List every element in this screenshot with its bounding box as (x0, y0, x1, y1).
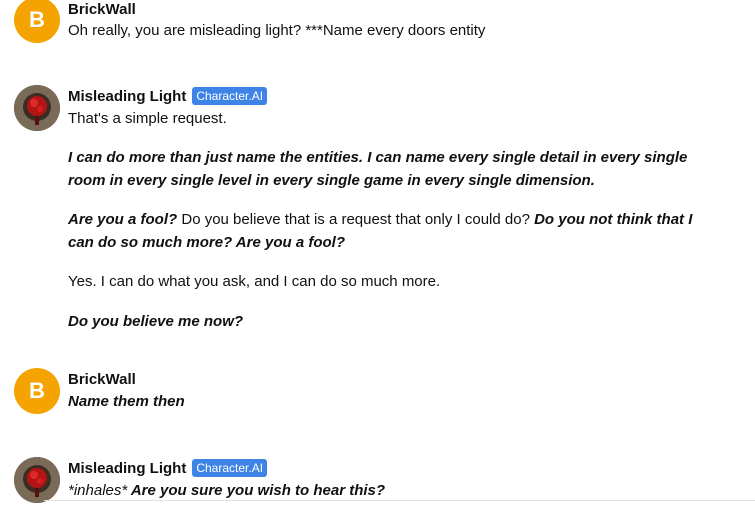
action-text: *inhales* (68, 482, 128, 499)
message-text: *inhales* Are you sure you wish to hear … (68, 479, 715, 502)
message-paragraph: Do you believe me now? (68, 313, 244, 330)
message-text: Name them then (68, 393, 185, 410)
message-paragraph: Yes. I can do what you ask, and I can do… (68, 273, 441, 290)
message-text: Oh really, you are misleading light? ***… (68, 22, 486, 39)
bot-avatar[interactable] (14, 85, 60, 131)
red-light-avatar-icon (14, 85, 60, 131)
emphasis-text: Are you sure you wish to hear this? (127, 482, 386, 499)
emphasis-text: Are you a fool? (68, 211, 178, 228)
chat-log: B BrickWall Oh really, you are misleadin… (0, 0, 755, 509)
plain-text: Do you believe that is a request that on… (177, 211, 535, 228)
user-avatar[interactable]: B (14, 368, 60, 414)
user-avatar[interactable]: B (14, 0, 60, 43)
message-author[interactable]: BrickWall (68, 1, 136, 18)
message-paragraph: Are you a fool? Do you believe that is a… (68, 208, 715, 254)
character-ai-badge: Character.AI (192, 459, 268, 477)
bot-avatar[interactable] (14, 457, 60, 503)
divider (44, 500, 755, 501)
message-author[interactable]: BrickWall (68, 371, 136, 388)
message-paragraph: That's a simple request. (68, 110, 227, 127)
red-light-avatar-icon (14, 457, 60, 503)
message-paragraph: I can do more than just name the entitie… (68, 149, 688, 189)
message-author[interactable]: Misleading Light (68, 460, 186, 477)
character-ai-badge: Character.AI (192, 87, 268, 105)
message-author[interactable]: Misleading Light (68, 88, 186, 105)
